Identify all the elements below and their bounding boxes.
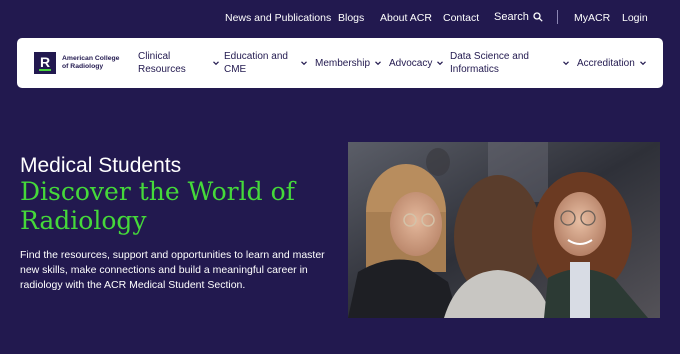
hero-photo-illustration bbox=[348, 142, 660, 318]
search-label: Search bbox=[494, 11, 529, 23]
logo-line-2: of Radiology bbox=[62, 63, 104, 70]
hero-kicker: Medical Students bbox=[20, 154, 182, 177]
login-link[interactable]: Login bbox=[622, 12, 648, 24]
hero-title: Discover the World of Radiology bbox=[20, 177, 295, 235]
nav-data-science[interactable]: Data Science and Informatics bbox=[450, 38, 570, 88]
about-acr-link[interactable]: About ACR bbox=[380, 12, 432, 24]
hero-photo bbox=[348, 142, 660, 318]
nav-education-cme[interactable]: Education and CME bbox=[224, 38, 310, 88]
nav-label: Membership bbox=[315, 57, 371, 69]
chevron-down-icon bbox=[301, 61, 307, 66]
logo-line-1: American College bbox=[62, 55, 120, 62]
search-icon bbox=[533, 12, 543, 22]
hero-description: Find the resources, support and opportun… bbox=[20, 249, 325, 291]
contact-link[interactable]: Contact bbox=[443, 12, 479, 24]
myacr-link[interactable]: MyACR bbox=[574, 12, 610, 24]
search-button[interactable]: Search bbox=[494, 11, 543, 23]
acr-logo-mark: R bbox=[34, 52, 56, 74]
main-nav: R American College of Radiology Clinical… bbox=[17, 38, 663, 88]
news-publications-link[interactable]: News and Publications bbox=[225, 12, 331, 24]
utility-nav: News and Publications Blogs About ACR Co… bbox=[0, 0, 680, 36]
acr-logo[interactable]: R American College of Radiology bbox=[34, 52, 119, 74]
nav-label: Clinical Resources bbox=[138, 51, 186, 75]
nav-label: Accreditation bbox=[577, 57, 635, 69]
nav-accreditation[interactable]: Accreditation bbox=[577, 38, 647, 88]
chevron-down-icon bbox=[213, 61, 219, 66]
nav-membership[interactable]: Membership bbox=[315, 38, 382, 88]
acr-logo-text: American College of Radiology bbox=[62, 55, 119, 71]
nav-label: Data Science and Informatics bbox=[450, 51, 529, 75]
nav-advocacy[interactable]: Advocacy bbox=[389, 38, 444, 88]
nav-clinical-resources[interactable]: Clinical Resources bbox=[138, 38, 222, 88]
chevron-down-icon bbox=[375, 61, 381, 66]
nav-label: Advocacy bbox=[389, 57, 433, 69]
chevron-down-icon bbox=[563, 61, 569, 66]
nav-label: Education and CME bbox=[224, 51, 288, 75]
utility-divider bbox=[557, 10, 558, 24]
blogs-link[interactable]: Blogs bbox=[338, 12, 364, 24]
chevron-down-icon bbox=[639, 61, 646, 66]
chevron-down-icon bbox=[437, 61, 444, 66]
